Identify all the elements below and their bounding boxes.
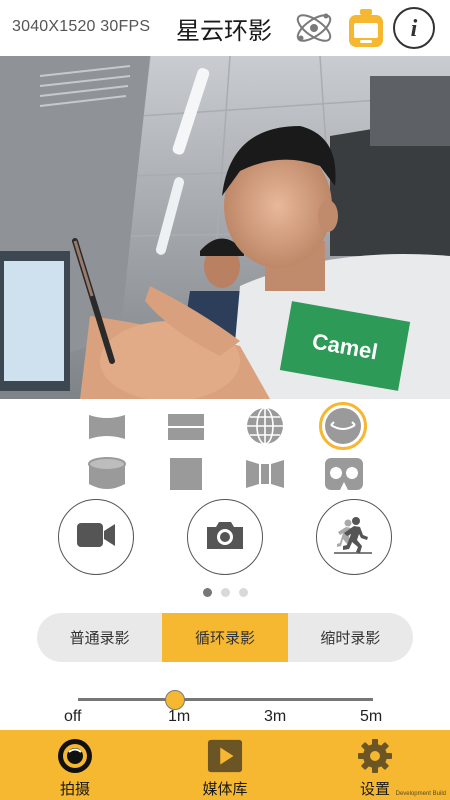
top-bar: 3040X1520 30FPS 星云环影 i [0,0,450,56]
fisheye-icon[interactable] [319,402,367,450]
projection-mode-grid [0,400,450,500]
page-indicator [0,588,450,598]
globe-icon[interactable] [240,406,290,446]
orbit-icon[interactable] [292,6,336,50]
cylinder-icon[interactable] [82,454,132,494]
page-dot[interactable] [220,588,230,597]
slider-thumb[interactable] [165,690,185,710]
vr-goggles-icon[interactable] [319,454,369,494]
video-record-button[interactable] [58,499,134,575]
slider-tick-1m: 1m [168,708,191,725]
motion-mode-button[interactable] [316,499,392,575]
video-camera-icon [76,521,116,553]
slider-tick-5m: 5m [360,708,383,725]
square-icon[interactable] [161,454,211,494]
svg-text:i: i [411,16,418,42]
wide-angle-icon[interactable] [82,407,132,447]
panorama-curved-icon[interactable] [240,454,290,494]
camera-preview[interactable]: Camel [0,56,450,399]
nav-item-settings[interactable]: 设置 [320,730,430,800]
info-icon[interactable]: i [392,6,436,50]
shoot-lens-icon [57,738,93,774]
record-mode-selector: 普通录影 循环录影 缩时录影 [37,613,413,662]
motion-runner-icon [332,513,376,561]
photo-capture-button[interactable] [187,499,263,575]
resolution-label: 3040X1520 30FPS [12,18,151,35]
slider-tick-3m: 3m [264,708,287,725]
gear-icon [357,738,393,774]
app-title: 星云环影 [176,17,272,45]
record-mode-loop[interactable]: 循环录影 [162,613,288,662]
photo-camera-icon [205,519,245,555]
slider-tick-off: off [64,708,82,725]
split-view-icon[interactable] [161,407,211,447]
slider-track[interactable] [78,698,373,701]
build-watermark: Development Build [395,791,446,797]
nav-label-settings: 设置 [359,780,390,798]
camera-device-icon[interactable] [344,6,388,50]
page-dot[interactable] [202,588,212,597]
record-mode-timelapse[interactable]: 缩时录影 [288,613,413,662]
loop-duration-slider[interactable] [78,690,373,710]
nav-label-media: 媒体库 [202,780,248,798]
nav-item-shoot[interactable]: 拍摄 [20,730,130,800]
nav-label-shoot: 拍摄 [59,780,90,798]
page-dot[interactable] [238,588,248,597]
nav-item-media[interactable]: 媒体库 [170,730,280,800]
record-mode-normal[interactable]: 普通录影 [37,613,162,662]
bottom-nav: 拍摄 媒体库 设置 Development Build [0,730,450,800]
media-play-icon [207,738,243,774]
